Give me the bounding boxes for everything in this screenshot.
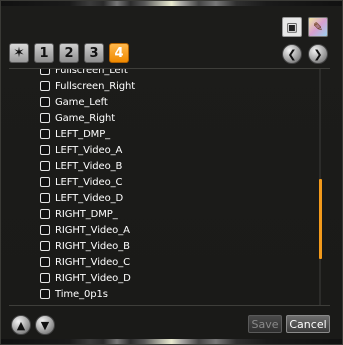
scroll-down-button[interactable]: ▼: [35, 315, 55, 335]
list-item[interactable]: Time_0p1s: [40, 286, 135, 302]
item-list: Fullscreen_Left Fullscreen_Right Game_Left…: [40, 69, 135, 305]
list-item[interactable]: LEFT_Video_B: [40, 158, 135, 174]
top-decor-strip: [1, 1, 342, 6]
list-item[interactable]: Fullscreen_Right: [40, 78, 135, 94]
bottom-decor-strip: [1, 339, 342, 344]
scroll-up-button[interactable]: ▲: [11, 315, 31, 335]
chevron-left-icon: ❮: [287, 47, 297, 61]
list-item-label: LEFT_Video_C: [55, 176, 123, 188]
dialog-actions: Save Cancel: [248, 315, 330, 333]
palette-icon[interactable]: ✎: [308, 17, 328, 37]
checkbox[interactable]: [40, 177, 50, 187]
list-item[interactable]: LEFT_Video_C: [40, 174, 135, 190]
list-item-label: LEFT_Video_A: [55, 144, 123, 156]
list-item[interactable]: RIGHT_Video_A: [40, 222, 135, 238]
list-item-label: LEFT_Video_D: [55, 192, 124, 204]
checkbox[interactable]: [40, 81, 50, 91]
checkbox[interactable]: [40, 193, 50, 203]
save-button[interactable]: Save: [248, 315, 282, 333]
tab-label: 3: [89, 45, 99, 61]
checkbox[interactable]: [40, 145, 50, 155]
list-item[interactable]: RIGHT_Video_B: [40, 238, 135, 254]
checkbox[interactable]: [40, 97, 50, 107]
list-item[interactable]: LEFT_Video_A: [40, 142, 135, 158]
checkbox[interactable]: [40, 289, 50, 299]
list-item-label: LEFT_DMP_: [55, 128, 111, 140]
chevron-up-icon: ▲: [16, 318, 26, 332]
list-item[interactable]: RIGHT_DMP_: [40, 206, 135, 222]
dialog-frame: ▣ ✎ ✶ 1 2 3 4 ❮ ❯ Fullscreen_Left Fullscr…: [0, 0, 343, 345]
list-item-label: Fullscreen_Left: [55, 69, 128, 76]
chevron-right-icon: ❯: [313, 47, 323, 61]
checkbox[interactable]: [40, 209, 50, 219]
list-item[interactable]: LEFT_DMP_: [40, 126, 135, 142]
list-item-label: Time_0p1s: [55, 288, 108, 300]
star-icon: ✶: [13, 45, 25, 61]
scroll-buttons: ▲ ▼: [11, 315, 55, 335]
next-page-button[interactable]: ❯: [308, 44, 328, 64]
scrollbar-thumb[interactable]: [319, 179, 322, 259]
list-item-label: RIGHT_Video_D: [55, 272, 131, 284]
tab-bar: ✶ 1 2 3 4: [9, 43, 129, 63]
list-item-label: RIGHT_Video_A: [55, 224, 130, 236]
prev-page-button[interactable]: ❮: [282, 44, 302, 64]
list-item[interactable]: RIGHT_Video_D: [40, 270, 135, 286]
tab-label: 2: [64, 45, 74, 61]
checkbox[interactable]: [40, 225, 50, 235]
list-item[interactable]: Game_Left: [40, 94, 135, 110]
toolbar-icons: ▣ ✎: [282, 17, 328, 37]
checkbox[interactable]: [40, 129, 50, 139]
list-item[interactable]: LEFT_Video_D: [40, 190, 135, 206]
list-item-label: LEFT_Video_B: [55, 160, 123, 172]
tab-1[interactable]: 1: [34, 43, 54, 63]
list-item-label: Game_Left: [55, 96, 108, 108]
item-list-viewport[interactable]: Fullscreen_Left Fullscreen_Right Game_Left…: [1, 69, 326, 305]
list-item-label: RIGHT_Video_C: [55, 256, 130, 268]
list-item-label: Fullscreen_Right: [55, 80, 136, 92]
tab-4[interactable]: 4: [109, 43, 129, 63]
list-item[interactable]: Game_Right: [40, 110, 135, 126]
chevron-down-icon: ▼: [40, 318, 50, 332]
checkbox[interactable]: [40, 273, 50, 283]
cancel-button[interactable]: Cancel: [286, 315, 330, 333]
tab-star[interactable]: ✶: [9, 43, 29, 63]
checkbox[interactable]: [40, 69, 50, 75]
tab-2[interactable]: 2: [59, 43, 79, 63]
checkbox[interactable]: [40, 161, 50, 171]
list-item-label: Game_Right: [55, 112, 116, 124]
page-nav: ❮ ❯: [282, 44, 328, 64]
tab-3[interactable]: 3: [84, 43, 104, 63]
image-icon[interactable]: ▣: [282, 17, 302, 37]
checkbox[interactable]: [40, 257, 50, 267]
list-item[interactable]: RIGHT_Video_C: [40, 254, 135, 270]
list-item-label: RIGHT_Video_B: [55, 240, 130, 252]
tab-label: 4: [114, 45, 124, 61]
checkbox[interactable]: [40, 113, 50, 123]
divider: [9, 305, 330, 306]
tab-label: 1: [39, 45, 49, 61]
list-item[interactable]: Fullscreen_Left: [40, 69, 135, 78]
list-item-label: RIGHT_DMP_: [55, 208, 118, 220]
checkbox[interactable]: [40, 241, 50, 251]
